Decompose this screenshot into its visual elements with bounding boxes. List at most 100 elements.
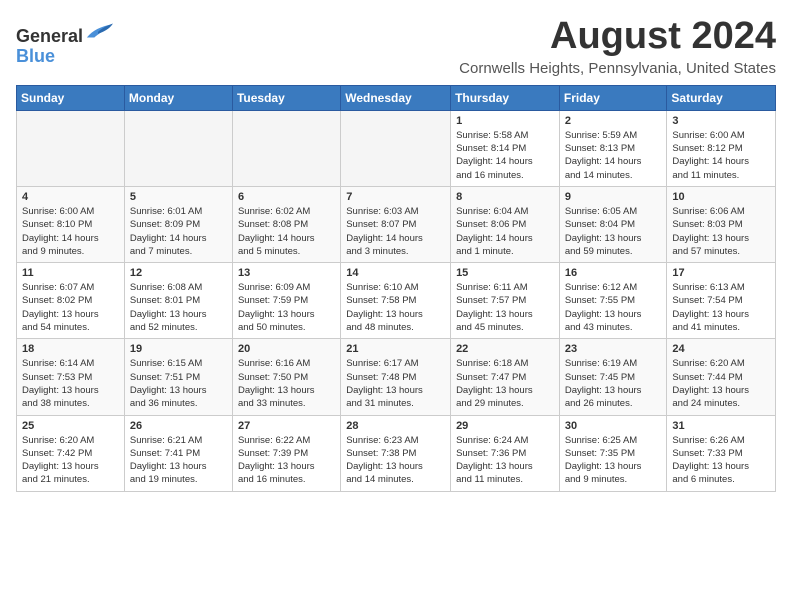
- day-info: Sunrise: 6:25 AM Sunset: 7:35 PM Dayligh…: [565, 434, 662, 487]
- day-info: Sunrise: 6:00 AM Sunset: 8:12 PM Dayligh…: [672, 129, 770, 182]
- day-info: Sunrise: 6:02 AM Sunset: 8:08 PM Dayligh…: [238, 205, 335, 258]
- day-info: Sunrise: 6:07 AM Sunset: 8:02 PM Dayligh…: [22, 281, 119, 334]
- calendar-header-row: Sunday Monday Tuesday Wednesday Thursday…: [17, 85, 776, 110]
- page-title: August 2024: [459, 16, 776, 58]
- page-subtitle: Cornwells Heights, Pennsylvania, United …: [459, 60, 776, 77]
- col-saturday: Saturday: [667, 85, 776, 110]
- day-number: 26: [130, 420, 227, 432]
- day-number: 29: [456, 420, 554, 432]
- day-number: 25: [22, 420, 119, 432]
- table-row: 6 Sunrise: 6:02 AM Sunset: 8:08 PM Daylig…: [232, 186, 340, 262]
- day-info: Sunrise: 6:10 AM Sunset: 7:58 PM Dayligh…: [346, 281, 445, 334]
- calendar-week-row: 11Sunrise: 6:07 AM Sunset: 8:02 PM Dayli…: [17, 263, 776, 339]
- day-number: 1: [456, 115, 554, 127]
- day-number: 6: [238, 191, 335, 203]
- table-row: 23 Sunrise: 6:19 AM Sunset: 7:45 PM Dayli…: [559, 339, 667, 415]
- day-number: 4: [22, 191, 119, 203]
- table-row: 7 Sunrise: 6:03 AM Sunset: 8:07 PM Daylig…: [341, 186, 451, 262]
- day-number: 18: [22, 343, 119, 355]
- day-info: Sunrise: 6:00 AM Sunset: 8:10 PM Dayligh…: [22, 205, 119, 258]
- day-number: 16: [565, 267, 662, 279]
- title-section: August 2024 Cornwells Heights, Pennsylva…: [459, 16, 776, 77]
- day-number: 30: [565, 420, 662, 432]
- day-number: 3: [672, 115, 770, 127]
- table-row: 14 Sunrise: 6:10 AM Sunset: 7:58 PM Dayli…: [341, 263, 451, 339]
- table-row: 18 Sunrise: 6:14 AM Sunset: 7:53 PM Dayli…: [17, 339, 125, 415]
- day-number: 14: [346, 267, 445, 279]
- day-info: Sunrise: 6:16 AM Sunset: 7:50 PM Dayligh…: [238, 357, 335, 410]
- day-number: 23: [565, 343, 662, 355]
- day-info: Sunrise: 6:09 AM Sunset: 7:59 PM Dayligh…: [238, 281, 335, 334]
- table-row: 3 Sunrise: 6:00 AM Sunset: 8:12 PM Daylig…: [667, 110, 776, 186]
- day-info: Sunrise: 5:58 AM Sunset: 8:14 PM Dayligh…: [456, 129, 554, 182]
- table-row: 4 Sunrise: 6:00 AM Sunset: 8:10 PM Daylig…: [17, 186, 125, 262]
- table-row: 21 Sunrise: 6:17 AM Sunset: 7:48 PM Dayli…: [341, 339, 451, 415]
- day-info: Sunrise: 6:17 AM Sunset: 7:48 PM Dayligh…: [346, 357, 445, 410]
- page-header: General Blue August 2024 Cornwells Heigh…: [16, 16, 776, 77]
- table-row: 28 Sunrise: 6:23 AM Sunset: 7:38 PM Dayli…: [341, 415, 451, 491]
- table-row: [232, 110, 340, 186]
- day-info: Sunrise: 6:20 AM Sunset: 7:42 PM Dayligh…: [22, 434, 119, 487]
- logo: General Blue: [16, 20, 113, 67]
- table-row: 16Sunrise: 6:12 AM Sunset: 7:55 PM Dayli…: [559, 263, 667, 339]
- table-row: 31Sunrise: 6:26 AM Sunset: 7:33 PM Dayli…: [667, 415, 776, 491]
- table-row: 1 Sunrise: 5:58 AM Sunset: 8:14 PM Daylig…: [451, 110, 560, 186]
- day-number: 20: [238, 343, 335, 355]
- calendar-week-row: 4 Sunrise: 6:00 AM Sunset: 8:10 PM Daylig…: [17, 186, 776, 262]
- day-number: 2: [565, 115, 662, 127]
- day-info: Sunrise: 6:22 AM Sunset: 7:39 PM Dayligh…: [238, 434, 335, 487]
- calendar-week-row: 18 Sunrise: 6:14 AM Sunset: 7:53 PM Dayli…: [17, 339, 776, 415]
- table-row: 12Sunrise: 6:08 AM Sunset: 8:01 PM Dayli…: [124, 263, 232, 339]
- day-info: Sunrise: 6:03 AM Sunset: 8:07 PM Dayligh…: [346, 205, 445, 258]
- col-monday: Monday: [124, 85, 232, 110]
- day-number: 8: [456, 191, 554, 203]
- calendar-table: Sunday Monday Tuesday Wednesday Thursday…: [16, 85, 776, 492]
- table-row: 19 Sunrise: 6:15 AM Sunset: 7:51 PM Dayli…: [124, 339, 232, 415]
- day-number: 17: [672, 267, 770, 279]
- table-row: 2 Sunrise: 5:59 AM Sunset: 8:13 PM Daylig…: [559, 110, 667, 186]
- day-number: 9: [565, 191, 662, 203]
- day-number: 7: [346, 191, 445, 203]
- table-row: 9 Sunrise: 6:05 AM Sunset: 8:04 PM Daylig…: [559, 186, 667, 262]
- table-row: 29Sunrise: 6:24 AM Sunset: 7:36 PM Dayli…: [451, 415, 560, 491]
- day-info: Sunrise: 6:21 AM Sunset: 7:41 PM Dayligh…: [130, 434, 227, 487]
- calendar-week-row: 25 Sunrise: 6:20 AM Sunset: 7:42 PM Dayli…: [17, 415, 776, 491]
- table-row: 27 Sunrise: 6:22 AM Sunset: 7:39 PM Dayli…: [232, 415, 340, 491]
- day-number: 24: [672, 343, 770, 355]
- table-row: 24Sunrise: 6:20 AM Sunset: 7:44 PM Dayli…: [667, 339, 776, 415]
- day-info: Sunrise: 6:01 AM Sunset: 8:09 PM Dayligh…: [130, 205, 227, 258]
- table-row: 26 Sunrise: 6:21 AM Sunset: 7:41 PM Dayli…: [124, 415, 232, 491]
- table-row: 20 Sunrise: 6:16 AM Sunset: 7:50 PM Dayli…: [232, 339, 340, 415]
- day-number: 13: [238, 267, 335, 279]
- calendar-week-row: 1 Sunrise: 5:58 AM Sunset: 8:14 PM Daylig…: [17, 110, 776, 186]
- day-number: 27: [238, 420, 335, 432]
- table-row: [124, 110, 232, 186]
- col-wednesday: Wednesday: [341, 85, 451, 110]
- day-info: Sunrise: 6:23 AM Sunset: 7:38 PM Dayligh…: [346, 434, 445, 487]
- logo-text: General: [16, 26, 83, 46]
- day-info: Sunrise: 6:05 AM Sunset: 8:04 PM Dayligh…: [565, 205, 662, 258]
- day-info: Sunrise: 6:19 AM Sunset: 7:45 PM Dayligh…: [565, 357, 662, 410]
- day-number: 28: [346, 420, 445, 432]
- table-row: 22 Sunrise: 6:18 AM Sunset: 7:47 PM Dayli…: [451, 339, 560, 415]
- table-row: 10Sunrise: 6:06 AM Sunset: 8:03 PM Dayli…: [667, 186, 776, 262]
- day-number: 22: [456, 343, 554, 355]
- table-row: 15Sunrise: 6:11 AM Sunset: 7:57 PM Dayli…: [451, 263, 560, 339]
- table-row: 17 Sunrise: 6:13 AM Sunset: 7:54 PM Dayli…: [667, 263, 776, 339]
- day-number: 12: [130, 267, 227, 279]
- day-number: 21: [346, 343, 445, 355]
- day-number: 10: [672, 191, 770, 203]
- table-row: 8Sunrise: 6:04 AM Sunset: 8:06 PM Daylig…: [451, 186, 560, 262]
- day-info: Sunrise: 6:13 AM Sunset: 7:54 PM Dayligh…: [672, 281, 770, 334]
- day-info: Sunrise: 6:14 AM Sunset: 7:53 PM Dayligh…: [22, 357, 119, 410]
- day-info: Sunrise: 5:59 AM Sunset: 8:13 PM Dayligh…: [565, 129, 662, 182]
- table-row: 13 Sunrise: 6:09 AM Sunset: 7:59 PM Dayli…: [232, 263, 340, 339]
- col-friday: Friday: [559, 85, 667, 110]
- day-info: Sunrise: 6:18 AM Sunset: 7:47 PM Dayligh…: [456, 357, 554, 410]
- day-number: 5: [130, 191, 227, 203]
- day-number: 19: [130, 343, 227, 355]
- day-info: Sunrise: 6:15 AM Sunset: 7:51 PM Dayligh…: [130, 357, 227, 410]
- table-row: [17, 110, 125, 186]
- logo-bird-icon: [85, 20, 113, 42]
- logo-blue-text: Blue: [16, 46, 55, 66]
